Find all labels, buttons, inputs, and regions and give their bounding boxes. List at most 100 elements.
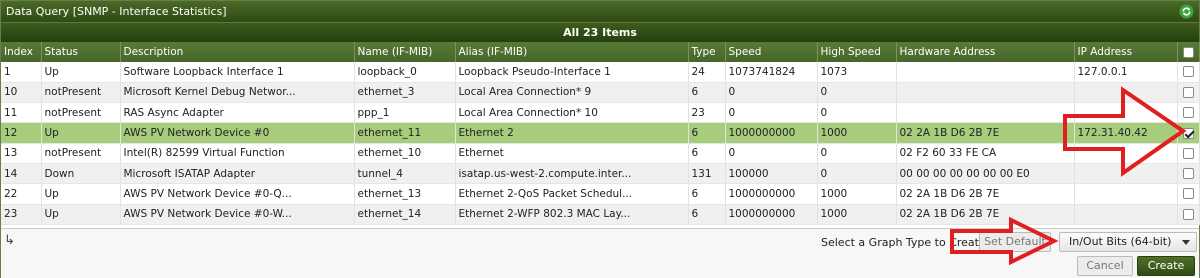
cell-status: notPresent [41,143,121,164]
cell-high-speed: 0 [817,102,897,124]
cell-description: AWS PV Network Device #0-Q... [120,183,355,205]
cell-index: 22 [1,183,42,205]
cell-description: RAS Async Adapter [120,102,355,124]
cell-hardware-address: 00 00 00 00 00 00 00 E0 [896,163,1075,185]
cell-status: Up [41,62,121,83]
col-ip-address[interactable]: IP Address [1074,42,1178,62]
table-row[interactable]: 14 Down Microsoft ISATAP Adapter tunnel_4 is… [1,163,1200,185]
cell-alias: Local Area Connection* 10 [455,102,689,124]
action-bar: Cancel Create [1,254,1199,278]
cell-ip-address [1074,102,1178,124]
col-alias[interactable]: Alias (IF-MIB) [455,42,689,62]
cell-name: tunnel_4 [354,163,456,185]
graph-type-bar: ↳ Select a Graph Type to Create Set Defa… [1,228,1199,254]
col-high-speed[interactable]: High Speed [817,42,897,62]
panel-title: Data Query [SNMP - Interface Statistics] [6,5,227,18]
cell-status: Up [41,183,121,205]
cell-alias: Ethernet 2 [455,122,689,144]
table-row[interactable]: 22 Up AWS PV Network Device #0-Q... etherne… [1,183,1200,205]
col-description[interactable]: Description [120,42,355,62]
cell-speed: 1073741824 [725,62,818,83]
cell-high-speed: 0 [817,143,897,164]
cell-type: 6 [688,143,726,164]
col-hardware-address[interactable]: Hardware Address [896,42,1075,62]
row-select-cell [1177,143,1200,164]
col-name[interactable]: Name (IF-MIB) [354,42,456,62]
cell-status: Up [41,122,121,144]
col-index[interactable]: Index [1,42,42,62]
cell-speed: 1000000000 [725,183,818,205]
interface-table: Index Status Description Name (IF-MIB) A… [1,42,1200,225]
cell-index: 14 [1,163,42,185]
set-default-button[interactable]: Set Default [979,232,1051,252]
col-type[interactable]: Type [688,42,726,62]
cell-hardware-address [896,82,1075,104]
table-row[interactable]: 23 Up AWS PV Network Device #0-W... etherne… [1,204,1200,225]
cell-index: 13 [1,143,42,164]
col-speed[interactable]: Speed [725,42,818,62]
row-checkbox[interactable] [1182,208,1194,220]
graph-type-value: In/Out Bits (64-bit) [1069,235,1172,248]
cell-ip-address [1074,143,1178,164]
data-query-panel: Data Query [SNMP - Interface Statistics]… [0,0,1200,278]
panel-title-bar: Data Query [SNMP - Interface Statistics] [1,1,1199,22]
table-row[interactable]: 12 Up AWS PV Network Device #0 ethernet_11 E… [1,122,1200,144]
row-select-cell [1177,122,1200,144]
cell-name: ethernet_10 [354,143,456,164]
row-checkbox[interactable] [1182,168,1194,180]
refresh-icon[interactable] [1179,4,1194,19]
row-checkbox[interactable] [1182,188,1194,200]
cell-hardware-address: 02 2A 1B D6 2B 7E [896,183,1075,205]
cell-name: ethernet_3 [354,82,456,104]
row-select-cell [1177,204,1200,225]
row-checkbox[interactable] [1182,127,1194,139]
select-all-cell [1177,42,1200,62]
table-row[interactable]: 11 notPresent RAS Async Adapter ppp_1 Local … [1,102,1200,124]
cell-index: 1 [1,62,42,83]
cell-high-speed: 0 [817,163,897,185]
cell-ip-address: 172.31.40.42 [1074,122,1178,144]
cell-alias: Local Area Connection* 9 [455,82,689,104]
cell-ip-address [1074,163,1178,185]
table-row[interactable]: 13 notPresent Intel(R) 82599 Virtual Funct… [1,143,1200,164]
cell-status: notPresent [41,82,121,104]
cell-name: loopback_0 [354,62,456,83]
cell-hardware-address [896,62,1075,83]
row-checkbox[interactable] [1182,66,1194,78]
cell-type: 6 [688,122,726,144]
cell-index: 12 [1,122,42,144]
row-checkbox[interactable] [1182,147,1194,159]
table-header-row: Index Status Description Name (IF-MIB) A… [1,42,1200,62]
cell-high-speed: 0 [817,82,897,104]
create-button[interactable]: Create [1137,256,1195,276]
table-row[interactable]: 10 notPresent Microsoft Kernel Debug Netwo… [1,82,1200,104]
row-checkbox[interactable] [1182,107,1194,119]
table-row[interactable]: 1 Up Software Loopback Interface 1 loopback… [1,62,1200,83]
cell-description: Software Loopback Interface 1 [120,62,355,83]
cell-speed: 0 [725,143,818,164]
cell-name: ethernet_11 [354,122,456,144]
cell-speed: 1000000000 [725,204,818,225]
cell-high-speed: 1000 [817,204,897,225]
cell-type: 6 [688,204,726,225]
row-checkbox[interactable] [1182,86,1194,98]
cell-alias: Ethernet [455,143,689,164]
cell-status: notPresent [41,102,121,124]
graph-type-select[interactable]: In/Out Bits (64-bit) [1059,232,1197,252]
cell-status: Down [41,163,121,185]
cell-hardware-address: 02 2A 1B D6 2B 7E [896,122,1075,144]
cell-hardware-address: 02 2A 1B D6 2B 7E [896,204,1075,225]
cell-type: 24 [688,62,726,83]
cancel-button[interactable]: Cancel [1077,256,1133,276]
cell-speed: 1000000000 [725,122,818,144]
col-status[interactable]: Status [41,42,121,62]
cell-alias: Loopback Pseudo-Interface 1 [455,62,689,83]
cell-index: 10 [1,82,42,104]
cell-status: Up [41,204,121,225]
row-select-cell [1177,82,1200,104]
cell-description: Microsoft ISATAP Adapter [120,163,355,185]
select-all-checkbox[interactable] [1182,46,1194,58]
cell-high-speed: 1000 [817,183,897,205]
cell-ip-address [1074,82,1178,104]
cell-alias: Ethernet 2-WFP 802.3 MAC Lay... [455,204,689,225]
